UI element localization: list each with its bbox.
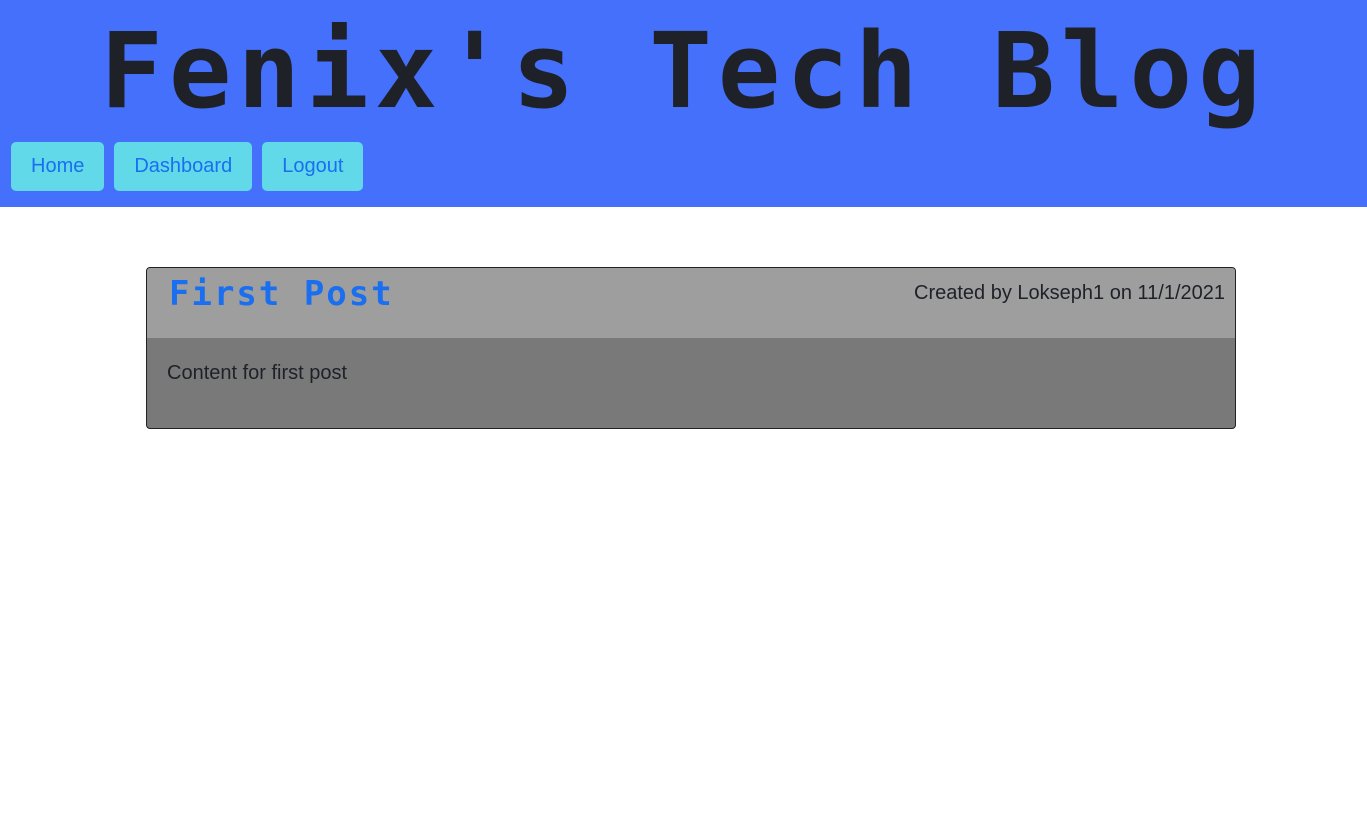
post-meta: Created by Lokseph1 on 11/1/2021 (914, 282, 1225, 304)
site-header: Fenix's Tech Blog Home Dashboard Logout (0, 0, 1367, 207)
nav-home-button[interactable]: Home (11, 142, 105, 191)
nav-dashboard-button[interactable]: Dashboard (114, 142, 253, 191)
site-title: Fenix's Tech Blog (100, 10, 1267, 132)
post-header: First Post Created by Lokseph1 on 11/1/2… (147, 268, 1235, 338)
post-card[interactable]: First Post Created by Lokseph1 on 11/1/2… (146, 267, 1236, 429)
post-content: Content for first post (167, 362, 348, 384)
nav-logout-button[interactable]: Logout (262, 142, 364, 191)
post-title-link[interactable]: First Post (169, 274, 394, 314)
main-nav: Home Dashboard Logout (11, 142, 364, 191)
